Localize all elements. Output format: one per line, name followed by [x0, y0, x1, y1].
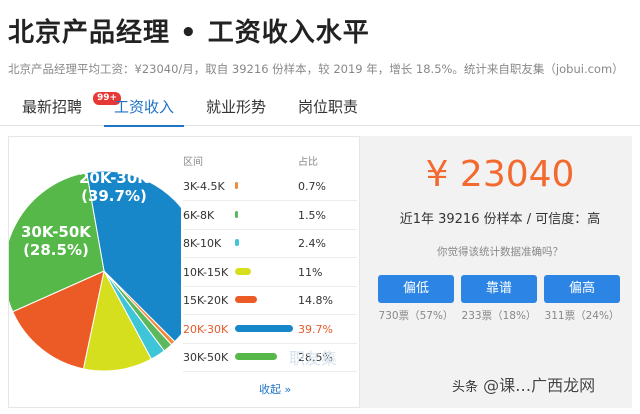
tab-latest-jobs[interactable]: 最新招聘 99+: [14, 88, 123, 126]
tab-employment[interactable]: 就业形势: [198, 88, 274, 126]
row-bar: [235, 182, 238, 189]
tab-label: 工资收入: [113, 98, 174, 116]
row-range: 10K-15K: [183, 265, 229, 279]
vote-high-count: 311票（24%）: [544, 310, 620, 322]
row-bar: [235, 267, 252, 275]
page-title: 北京产品经理 • 工资收入水平: [8, 18, 370, 48]
row-pct: 39.7%: [298, 322, 333, 336]
vote-low-button[interactable]: 偏低: [378, 275, 454, 303]
vote-low-count: 730票（57%）: [378, 310, 454, 322]
vote-high-button[interactable]: 偏高: [544, 275, 620, 303]
row-bar: [235, 239, 239, 246]
salary-summary: ¥ 23040 近1年 39216 份样本 / 可信度：高 你觉得该统计数据准确…: [368, 136, 632, 408]
row-range: 6K-8K: [183, 208, 215, 222]
tab-label: 就业形势: [205, 98, 266, 116]
table-row: 15K-20K 14.8%: [183, 287, 357, 315]
pie-label-20k-30k: 20K-30K (39.7%): [79, 169, 149, 205]
tab-salary[interactable]: 工资收入: [104, 88, 184, 127]
row-bar: [235, 296, 257, 303]
table-row: 10K-15K 11%: [183, 259, 357, 287]
vote-accurate-button[interactable]: 靠谱: [461, 275, 537, 303]
vote-accurate-count: 233票（18%）: [461, 310, 537, 322]
row-range: 8K-10K: [183, 237, 222, 250]
header-pct: 占比: [298, 157, 318, 168]
row-bar: [235, 210, 238, 218]
source-watermark: 头条 @课…广西龙网: [452, 372, 595, 396]
pie-label-pct: (39.7%): [81, 187, 147, 205]
row-range: 3K-4.5K: [183, 180, 225, 193]
table-row: 6K-8K 1.5%: [183, 202, 357, 230]
page-subtitle: 北京产品经理平均工资：¥23040/月，取自 39216 份样本，较 2019 …: [8, 62, 624, 76]
row-range: 20K-30K: [183, 322, 229, 336]
table-row: 3K-4.5K 0.7%: [183, 173, 357, 201]
row-pct: 14.8%: [298, 294, 333, 307]
tab-label: 岗位职责: [297, 98, 358, 116]
collapse-link[interactable]: 收起 »: [259, 381, 291, 397]
header-range: 区间: [183, 157, 203, 168]
pie-label-pct: (28.5%): [23, 241, 89, 259]
table-watermark: 职友集: [289, 349, 338, 368]
row-pct: 2.4%: [298, 237, 326, 250]
pie-label-range: 20K-30K: [79, 169, 149, 187]
row-pct: 1.5%: [298, 208, 326, 222]
row-range: 30K-50K: [183, 351, 229, 364]
tab-label: 最新招聘: [21, 98, 82, 116]
pie-chart-area: 20K-30K (39.7%) 30K-50K (28.5%) 区间 占比 3K…: [8, 136, 360, 408]
tab-bar: 最新招聘 99+ 工资收入 就业形势 岗位职责: [0, 88, 640, 127]
average-salary: ¥ 23040: [425, 154, 575, 195]
table-row: 8K-10K 2.4%: [183, 230, 357, 258]
table-row: 20K-30K 39.7%: [183, 316, 357, 344]
watermark-text: @课…广西龙网: [483, 376, 596, 395]
pie-label-30k-50k: 30K-50K (28.5%): [21, 223, 91, 259]
tab-duties[interactable]: 岗位职责: [290, 88, 366, 126]
row-bar: [235, 324, 293, 332]
row-bar: [235, 353, 277, 360]
sample-info: 近1年 39216 份样本 / 可信度：高: [399, 212, 601, 227]
salary-panel: 20K-30K (39.7%) 30K-50K (28.5%) 区间 占比 3K…: [8, 136, 632, 408]
accuracy-question: 你觉得该统计数据准确吗？: [437, 246, 563, 258]
row-pct: 0.7%: [298, 180, 326, 193]
watermark-prefix: 头条: [452, 380, 479, 395]
row-pct: 11%: [298, 265, 323, 279]
pie-label-range: 30K-50K: [21, 223, 91, 241]
row-range: 15K-20K: [183, 294, 229, 307]
